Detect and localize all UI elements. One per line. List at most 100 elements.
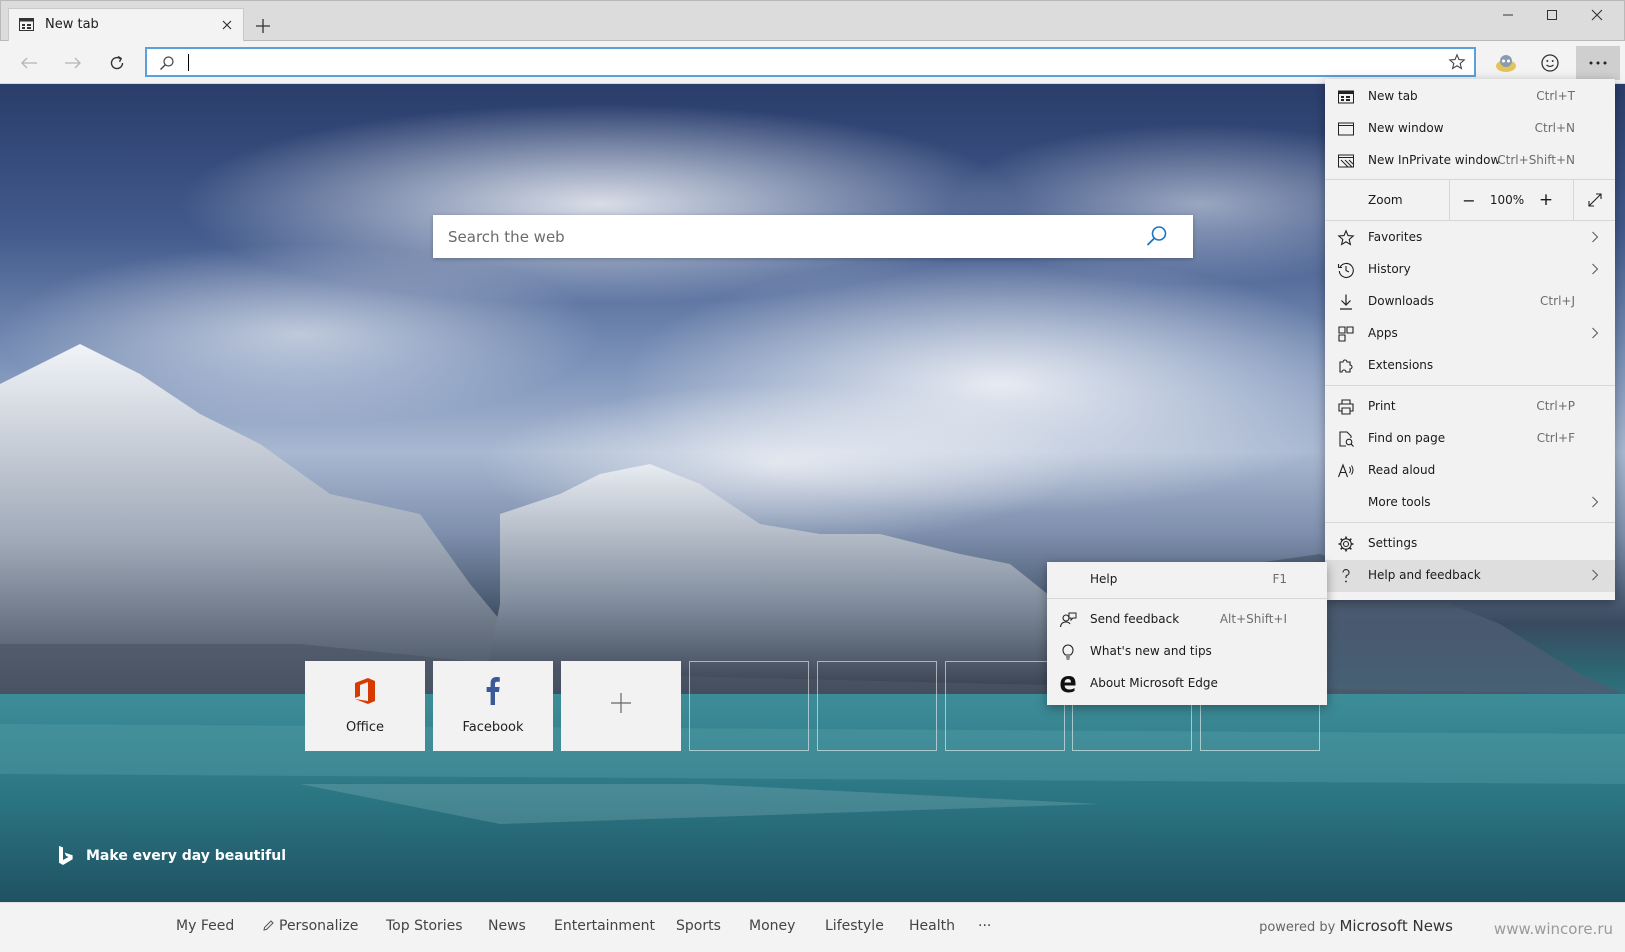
menu-item-extensions[interactable]: Extensions	[1325, 350, 1615, 382]
empty-tile[interactable]	[817, 661, 937, 751]
top-site-tile-facebook[interactable]: Facebook	[433, 661, 553, 751]
menu-item-favorites[interactable]: Favorites	[1325, 222, 1615, 254]
edge-logo-icon	[1059, 675, 1077, 693]
menu-item-shortcut: Ctrl+J	[1540, 294, 1575, 308]
read-aloud-icon	[1337, 462, 1355, 480]
menu-separator	[1325, 220, 1615, 221]
fullscreen-button[interactable]	[1573, 180, 1616, 220]
submenu-item-help[interactable]: Help F1	[1047, 564, 1327, 596]
feedback-icon	[1059, 611, 1077, 629]
feed-tab-lifestyle[interactable]: Lifestyle	[825, 918, 884, 934]
menu-item-new-tab[interactable]: New tab Ctrl+T	[1325, 81, 1615, 113]
star-icon	[1337, 229, 1355, 247]
help-icon	[1337, 567, 1355, 585]
feed-tab-my-feed[interactable]: My Feed	[176, 918, 234, 934]
feed-tab-top-stories[interactable]: Top Stories	[386, 918, 463, 934]
new-tab-button[interactable]	[252, 15, 274, 37]
maximize-button[interactable]	[1529, 0, 1575, 30]
zoom-row: Zoom − 100% +	[1325, 180, 1615, 220]
print-icon	[1337, 398, 1355, 416]
menu-separator	[1325, 385, 1615, 386]
zoom-value: 100%	[1489, 193, 1525, 207]
gear-icon	[1337, 535, 1355, 553]
submenu-item-label: What's new and tips	[1090, 644, 1212, 658]
menu-item-apps[interactable]: Apps	[1325, 318, 1615, 350]
feed-tab-news[interactable]: News	[488, 918, 526, 934]
submenu-item-about-edge[interactable]: About Microsoft Edge	[1047, 668, 1327, 700]
web-search-box[interactable]: Search the web	[433, 215, 1193, 258]
zoom-in-button[interactable]: +	[1527, 180, 1565, 220]
settings-and-more-button[interactable]	[1576, 46, 1620, 80]
feedback-smiley-icon[interactable]	[1533, 48, 1567, 78]
search-icon[interactable]	[1145, 224, 1169, 248]
feed-more-button[interactable]: ···	[978, 918, 991, 934]
submenu-item-send-feedback[interactable]: Send feedback Alt+Shift+I	[1047, 604, 1327, 636]
bing-daily-image-link[interactable]: Make every day beautiful	[58, 846, 286, 866]
facebook-icon	[433, 677, 553, 705]
menu-item-new-window[interactable]: New window Ctrl+N	[1325, 113, 1615, 145]
menu-item-label: New tab	[1368, 89, 1418, 103]
menu-item-shortcut: Ctrl+N	[1534, 121, 1575, 135]
minimize-button[interactable]	[1485, 0, 1531, 30]
address-bar[interactable]	[145, 47, 1476, 77]
menu-item-find-on-page[interactable]: Find on page Ctrl+F	[1325, 423, 1615, 455]
close-tab-icon[interactable]	[219, 17, 235, 33]
menu-item-label: History	[1368, 262, 1411, 276]
tab-new-tab[interactable]: New tab	[8, 8, 244, 41]
feed-tab-health[interactable]: Health	[909, 918, 955, 934]
close-window-button[interactable]	[1574, 0, 1620, 30]
news-feed-bar: My Feed Personalize Top Stories News Ent…	[0, 902, 1625, 952]
chevron-right-icon	[1591, 569, 1599, 581]
chevron-right-icon	[1591, 231, 1599, 243]
menu-item-print[interactable]: Print Ctrl+P	[1325, 391, 1615, 423]
add-site-tile[interactable]	[561, 661, 681, 751]
settings-and-more-menu: New tab Ctrl+T New window Ctrl+N New InP…	[1325, 79, 1615, 600]
menu-item-label: More tools	[1368, 495, 1431, 509]
feed-tab-sports[interactable]: Sports	[676, 918, 721, 934]
menu-item-label: Find on page	[1368, 431, 1446, 445]
menu-item-new-inprivate-window[interactable]: New InPrivate window Ctrl+Shift+N	[1325, 145, 1615, 177]
extensions-icon	[1337, 357, 1355, 375]
favorite-star-icon[interactable]	[1448, 53, 1466, 71]
menu-item-shortcut: Ctrl+P	[1536, 399, 1575, 413]
watermark: www.wincore.ru	[1493, 920, 1613, 938]
new-tab-icon	[1337, 88, 1355, 106]
feed-tab-entertainment[interactable]: Entertainment	[554, 918, 655, 934]
feed-tab-money[interactable]: Money	[749, 918, 795, 934]
pencil-icon	[262, 919, 275, 932]
menu-item-history[interactable]: History	[1325, 254, 1615, 286]
refresh-button[interactable]	[100, 48, 134, 78]
chevron-right-icon	[1591, 496, 1599, 508]
menu-item-label: Favorites	[1368, 230, 1423, 244]
menu-item-label: Downloads	[1368, 294, 1434, 308]
zoom-out-button[interactable]: −	[1449, 180, 1488, 220]
top-site-tile-office[interactable]: Office	[305, 661, 425, 751]
new-tab-favicon-icon	[19, 18, 34, 31]
menu-item-shortcut: Ctrl+T	[1536, 89, 1575, 103]
download-icon	[1337, 293, 1355, 311]
search-icon	[159, 55, 175, 71]
menu-item-read-aloud[interactable]: Read aloud	[1325, 455, 1615, 487]
extension-avatar-icon[interactable]	[1489, 48, 1523, 78]
find-icon	[1337, 430, 1355, 448]
new-window-icon	[1337, 120, 1355, 138]
menu-item-more-tools[interactable]: More tools	[1325, 487, 1615, 519]
menu-item-label: Settings	[1368, 536, 1418, 550]
menu-item-shortcut: Ctrl+Shift+N	[1497, 153, 1575, 167]
help-and-feedback-submenu: Help F1 Send feedback Alt+Shift+I What's…	[1047, 562, 1327, 705]
submenu-item-label: About Microsoft Edge	[1090, 676, 1218, 690]
chevron-right-icon	[1591, 263, 1599, 275]
menu-item-settings[interactable]: Settings	[1325, 528, 1615, 560]
menu-item-label: Print	[1368, 399, 1396, 413]
submenu-item-whats-new[interactable]: What's new and tips	[1047, 636, 1327, 668]
zoom-in-label: +	[1538, 190, 1554, 210]
menu-item-help-and-feedback[interactable]: Help and feedback	[1325, 560, 1615, 592]
forward-button[interactable]	[56, 48, 90, 78]
personalize-button[interactable]: Personalize	[262, 918, 358, 934]
apps-icon	[1337, 325, 1355, 343]
menu-item-downloads[interactable]: Downloads Ctrl+J	[1325, 286, 1615, 318]
back-button[interactable]	[12, 48, 46, 78]
empty-tile[interactable]	[689, 661, 809, 751]
personalize-label: Personalize	[279, 918, 359, 934]
powered-brand: Microsoft News	[1339, 917, 1453, 935]
